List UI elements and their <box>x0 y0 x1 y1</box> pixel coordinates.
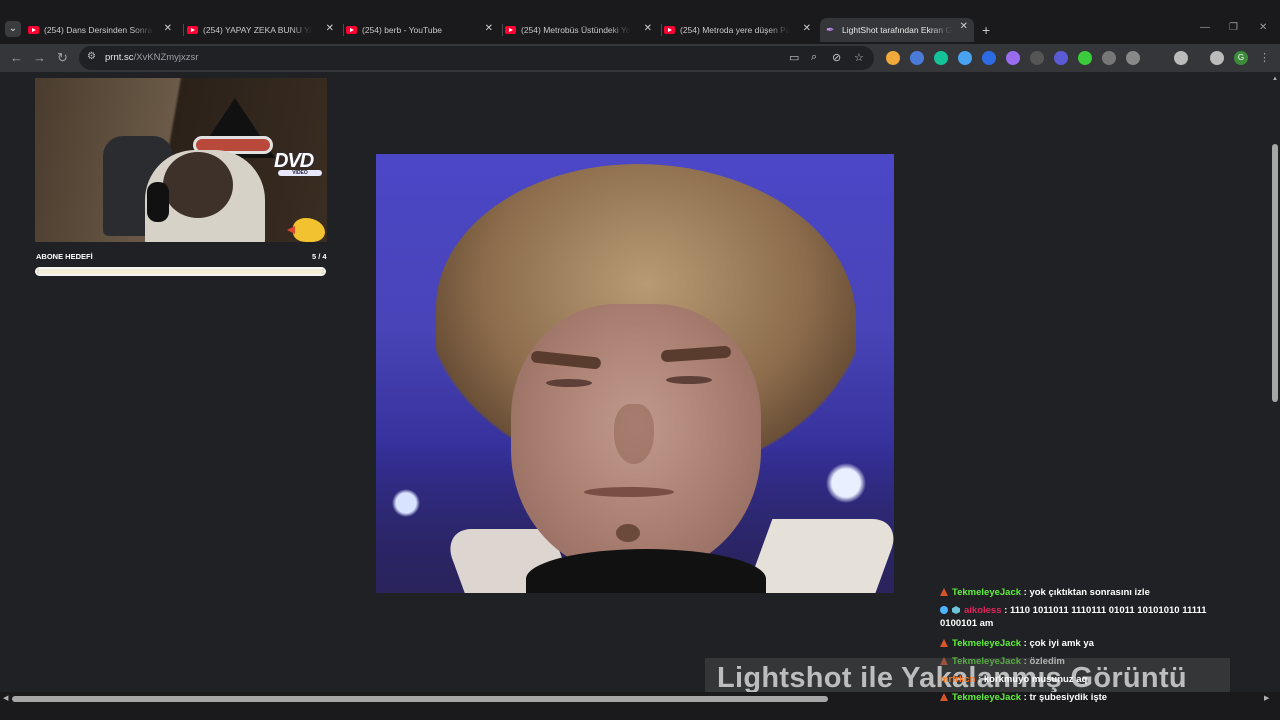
gamepad-ext-icon[interactable] <box>1054 51 1068 65</box>
close-window-icon[interactable]: ✕ <box>1259 22 1267 33</box>
minimize-icon[interactable]: — <box>1200 22 1210 33</box>
tab-5[interactable]: (254) Metroda yere düşen Park ✕ <box>664 20 817 40</box>
tab-title: (254) Metrobüs Üstündeki Yolcu <box>521 25 631 35</box>
fire-badge-icon <box>940 693 948 701</box>
translate-ext-icon[interactable] <box>958 51 972 65</box>
scroll-up-icon[interactable]: ▲ <box>1272 76 1278 82</box>
tab-title: (254) berb - YouTube <box>362 25 443 35</box>
reload-icon[interactable]: ↻ <box>57 50 68 66</box>
cube-badge-icon <box>952 606 960 614</box>
chat-text: : yok çıktıktan sonrasını izle <box>1023 587 1150 598</box>
extensions-icon[interactable] <box>1174 51 1188 65</box>
chat-text: : çok iyi amk ya <box>1023 638 1094 649</box>
chat-message: mrfrkcn : korkmuyo musunuz aq <box>940 673 1087 686</box>
battery-ext-icon[interactable] <box>1078 51 1092 65</box>
address-bar[interactable]: ⚙ prnt.sc/XvKNZmyjxzsr ▭ ⌕ ⊘ ☆ <box>79 46 874 70</box>
tab-ext-icon[interactable] <box>982 51 996 65</box>
menu-kebab-icon[interactable]: ⋮ <box>1259 51 1270 64</box>
close-tab-icon[interactable]: ✕ <box>960 21 968 32</box>
tab-1[interactable]: (254) Dans Dersinden Sonra Ok ✕ <box>28 20 178 40</box>
headset <box>147 182 169 222</box>
profile-avatar[interactable]: G <box>1234 51 1248 65</box>
tab-title: LightShot tarafından Ekran Görü <box>842 25 952 35</box>
url-text: prnt.sc/XvKNZmyjxzsr <box>105 52 199 63</box>
chat-message: TekmeleyeJack : tr şubesiydik işte <box>940 691 1107 704</box>
gem-badge-icon <box>940 606 948 614</box>
page-content: DVD VIDEO ABONE HEDEFİ 5 / 4 TekmeleyeJa… <box>0 72 1270 703</box>
puzzle-ext-icon[interactable] <box>1126 51 1140 65</box>
restore-icon[interactable]: ❐ <box>1229 22 1238 33</box>
tab-6-active[interactable]: ✒ LightShot tarafından Ekran Görü ✕ <box>820 18 974 42</box>
chat-message: TekmeleyeJack : yok çıktıktan sonrasını … <box>940 586 1150 599</box>
streamer-head <box>163 152 233 218</box>
chat-username: aikoless <box>964 605 1002 616</box>
chat-username: TekmeleyeJack <box>952 638 1022 649</box>
subscriber-goal-fill <box>37 269 324 274</box>
reading-list-icon[interactable] <box>1210 51 1224 65</box>
tab-3[interactable]: (254) berb - YouTube ✕ <box>346 20 499 40</box>
close-tab-icon[interactable]: ✕ <box>164 23 172 34</box>
close-tab-icon[interactable]: ✕ <box>485 23 493 34</box>
tab-title: (254) Metroda yere düşen Park <box>680 25 790 35</box>
chat-text: : tr şubesiydik işte <box>1023 692 1108 703</box>
chat-username: mrfrkcn <box>940 674 976 685</box>
site-info-icon[interactable]: ⚙ <box>87 51 101 65</box>
close-tab-icon[interactable]: ✕ <box>644 23 652 34</box>
chat-username: TekmeleyeJack <box>952 692 1022 703</box>
install-app-icon[interactable]: ▭ <box>789 51 799 64</box>
tab-title: (254) YAPAY ZEKA BUNU YAPAN <box>203 25 313 35</box>
chat-username: TekmeleyeJack <box>952 587 1022 598</box>
eye-off-icon[interactable]: ⊘ <box>832 51 841 64</box>
close-tab-icon[interactable]: ✕ <box>803 23 811 34</box>
horizontal-scroll-thumb[interactable] <box>12 696 828 702</box>
feather-icon: ✒ <box>826 24 835 36</box>
tab-strip: ⌄ (254) Dans Dersinden Sonra Ok ✕ (254) … <box>0 0 1280 44</box>
bookmark-star-icon[interactable]: ☆ <box>854 51 864 64</box>
scroll-right-icon[interactable]: ▶ <box>1264 694 1269 702</box>
screenshot-image <box>376 154 894 593</box>
subscriber-goal-count: 5 / 4 <box>312 252 327 261</box>
dvd-logo-sub: VIDEO <box>278 170 322 176</box>
fire-badge-icon <box>940 639 948 647</box>
webcam-overlay: DVD VIDEO <box>35 78 327 242</box>
toolbar: ← → ↻ ⚙ prnt.sc/XvKNZmyjxzsr ▭ ⌕ ⊘ ☆ G ⋮ <box>0 44 1280 72</box>
close-tab-icon[interactable]: ✕ <box>326 23 334 34</box>
scroll-left-icon[interactable]: ◀ <box>3 694 8 702</box>
tab-4[interactable]: (254) Metrobüs Üstündeki Yolcu ✕ <box>505 20 658 40</box>
new-tab-button[interactable]: + <box>982 22 990 38</box>
youtube-icon <box>505 26 516 34</box>
forward-icon[interactable]: → <box>33 50 46 65</box>
chat-message: aikoless : 1110 1011011 1110111 01011 10… <box>940 604 1238 630</box>
youtube-icon <box>187 26 198 34</box>
chat-text: : korkmuyo musunuz aq <box>978 674 1088 685</box>
tab-2[interactable]: (254) YAPAY ZEKA BUNU YAPAN ✕ <box>187 20 340 40</box>
sound-ext-icon[interactable] <box>910 51 924 65</box>
circle-ext-icon[interactable] <box>886 51 900 65</box>
zoom-icon[interactable]: ⌕ <box>811 51 817 64</box>
subscriber-goal-label: ABONE HEDEFİ <box>36 252 93 261</box>
back-icon[interactable]: ← <box>10 50 23 65</box>
youtube-icon <box>346 26 357 34</box>
tab-title: (254) Dans Dersinden Sonra Ok <box>44 25 154 35</box>
vertical-scroll-thumb[interactable] <box>1272 144 1278 402</box>
vertical-scrollbar[interactable]: ▲ <box>1270 72 1280 692</box>
youtube-icon <box>664 26 675 34</box>
pen-ext-icon[interactable] <box>1006 51 1020 65</box>
chat-message: TekmeleyeJack : çok iyi amk ya <box>940 637 1094 650</box>
info-ext-icon[interactable] <box>1102 51 1116 65</box>
hat-ext-icon[interactable] <box>1030 51 1044 65</box>
subscriber-goal-bar <box>35 267 326 276</box>
tab-search-button[interactable]: ⌄ <box>5 21 21 37</box>
fire-badge-icon <box>940 588 948 596</box>
grammarly-icon[interactable] <box>934 51 948 65</box>
youtube-icon <box>28 26 39 34</box>
